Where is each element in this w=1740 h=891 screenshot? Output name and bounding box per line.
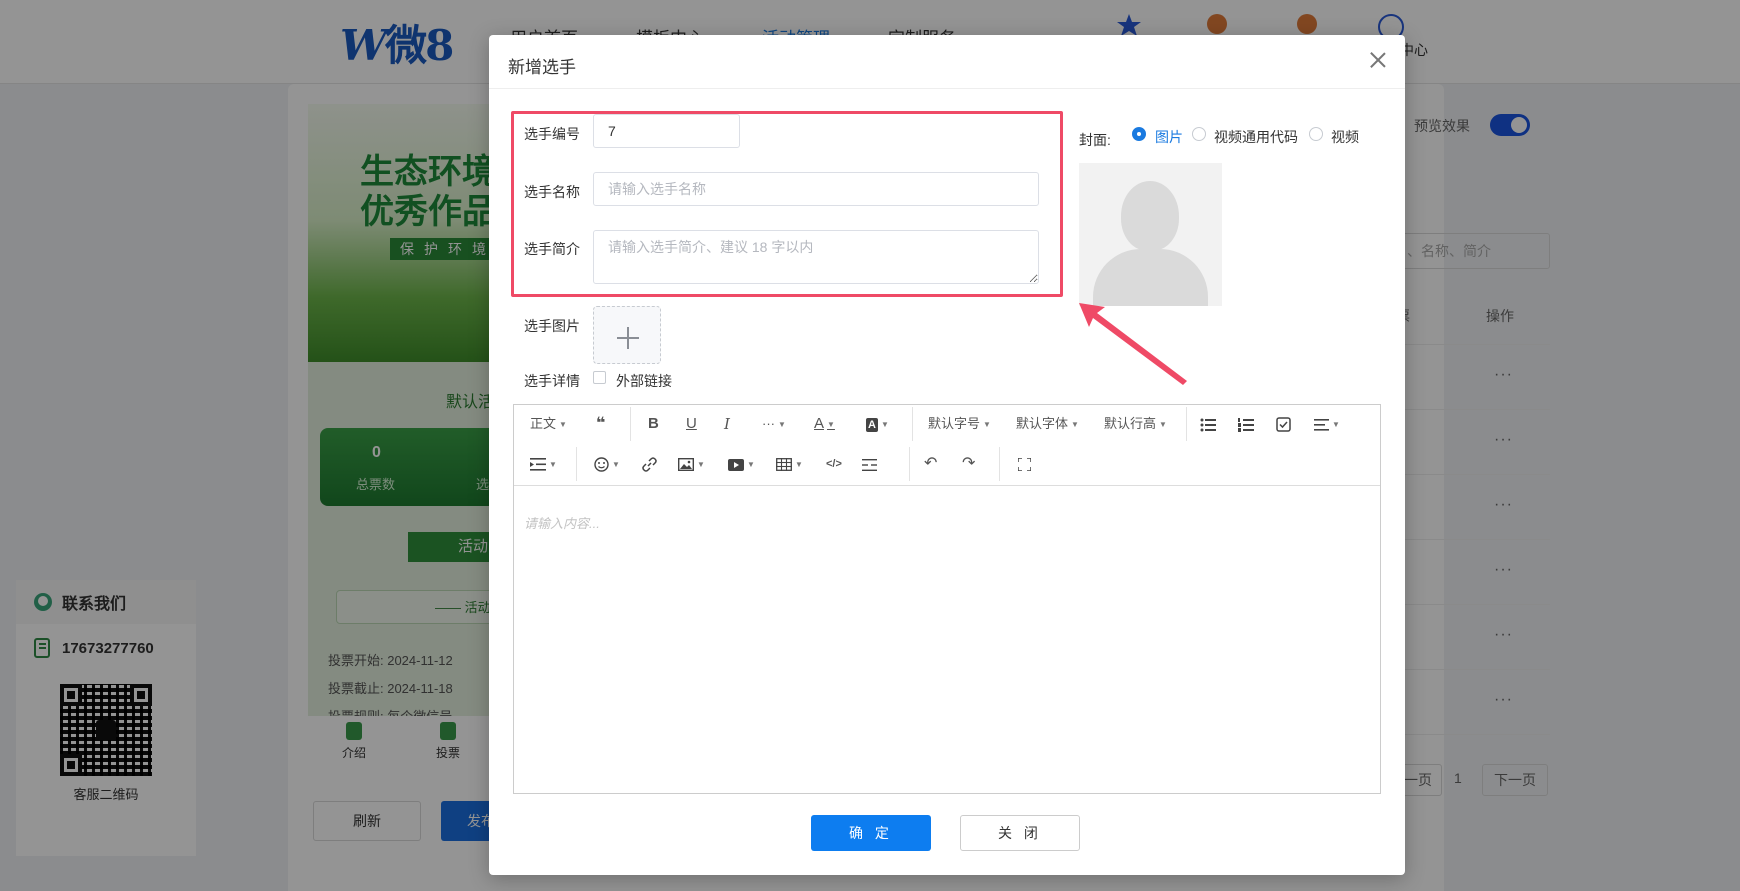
bold-icon[interactable]: B xyxy=(648,411,659,437)
player-number-label: 选手编号 xyxy=(524,126,580,142)
player-image-label: 选手图片 xyxy=(524,318,580,334)
divider-line-icon[interactable] xyxy=(862,451,877,477)
bg-color-glyph: A xyxy=(866,418,878,432)
rich-text-editor: 正文 ▼ ❝ B U I ··· ▼ A ▼ A ▼ 默认字号 ▼ 默认字体 ▼ 默认行高 ▼… xyxy=(513,404,1381,794)
image-icon[interactable]: ▼ xyxy=(678,451,705,477)
todo-checkbox-icon[interactable] xyxy=(1276,411,1291,437)
player-number-input[interactable] xyxy=(593,114,740,148)
bulleted-list-icon[interactable] xyxy=(1200,411,1216,437)
toolbar-divider xyxy=(999,447,1000,481)
chevron-down-icon: ▼ xyxy=(778,420,786,429)
external-link-label[interactable]: 外部链接 xyxy=(616,371,672,391)
cover-option-video[interactable]: 视频 xyxy=(1331,127,1359,147)
toolbar-divider xyxy=(576,447,577,481)
chevron-down-icon: ▼ xyxy=(697,460,705,469)
align-dropdown[interactable]: ▼ xyxy=(1314,411,1340,437)
annotation-arrow-icon xyxy=(1079,303,1187,385)
link-icon[interactable] xyxy=(642,451,657,477)
font-size-dropdown[interactable]: 默认字号 ▼ xyxy=(928,411,991,437)
chevron-down-icon: ▼ xyxy=(1159,420,1167,429)
toolbar-divider xyxy=(912,407,913,441)
underline-icon[interactable]: U xyxy=(686,411,697,437)
font-family-label: 默认字体 xyxy=(1016,416,1069,431)
player-detail-label: 选手详情 xyxy=(524,373,580,389)
image-upload-button[interactable] xyxy=(593,306,661,364)
avatar-body-shape xyxy=(1093,249,1208,306)
chevron-down-icon: ▼ xyxy=(880,420,889,429)
close-icon[interactable] xyxy=(1367,49,1389,71)
toolbar-divider xyxy=(909,447,910,481)
player-intro-label: 选手简介 xyxy=(524,241,580,257)
player-intro-textarea[interactable] xyxy=(593,230,1039,284)
cover-radio-video[interactable] xyxy=(1309,127,1323,141)
undo-icon[interactable]: ↶ xyxy=(924,451,937,477)
toolbar-divider xyxy=(630,407,631,441)
code-icon[interactable]: </> xyxy=(826,451,842,477)
line-height-dropdown[interactable]: 默认行高 ▼ xyxy=(1104,411,1167,437)
cover-radio-video-code[interactable] xyxy=(1192,127,1206,141)
emoji-icon[interactable]: ▼ xyxy=(594,451,620,477)
player-name-input[interactable] xyxy=(593,172,1039,206)
chevron-down-icon: ▼ xyxy=(1071,420,1079,429)
dialog-header: 新增选手 xyxy=(489,35,1405,89)
confirm-button[interactable]: 确 定 xyxy=(811,815,931,851)
font-color-icon[interactable]: A ▼ xyxy=(814,411,835,437)
chevron-down-icon: ▼ xyxy=(559,420,567,429)
chevron-down-icon: ▼ xyxy=(1332,420,1340,429)
paragraph-format-dropdown[interactable]: 正文 ▼ xyxy=(530,411,567,437)
table-icon[interactable]: ▼ xyxy=(776,451,803,477)
indent-dropdown[interactable]: ▼ xyxy=(530,451,557,477)
quote-icon[interactable]: ❝ xyxy=(596,411,605,437)
background-color-icon[interactable]: A ▼ xyxy=(866,411,889,437)
chevron-down-icon: ▼ xyxy=(795,460,803,469)
more-format-dropdown[interactable]: ··· ▼ xyxy=(762,411,786,437)
chevron-down-icon: ▼ xyxy=(612,460,620,469)
cover-option-video-code[interactable]: 视频通用代码 xyxy=(1214,127,1298,147)
cover-radio-image[interactable] xyxy=(1132,127,1146,141)
numbered-list-icon[interactable] xyxy=(1238,411,1254,437)
editor-toolbar: 正文 ▼ ❝ B U I ··· ▼ A ▼ A ▼ 默认字号 ▼ 默认字体 ▼ 默认行高 ▼… xyxy=(514,405,1380,486)
external-link-checkbox[interactable] xyxy=(593,371,606,384)
editor-placeholder: 请输入内容... xyxy=(524,516,600,531)
dialog-title: 新增选手 xyxy=(508,58,576,77)
avatar-head-shape xyxy=(1121,181,1179,251)
fullscreen-icon[interactable] xyxy=(1018,451,1031,477)
cover-label: 封面: xyxy=(1079,132,1111,148)
chevron-down-icon: ▼ xyxy=(747,460,755,469)
cover-image-placeholder[interactable] xyxy=(1079,163,1222,306)
redo-icon[interactable]: ↷ xyxy=(962,451,975,477)
italic-icon[interactable]: I xyxy=(724,411,730,437)
toolbar-divider xyxy=(1186,407,1187,441)
editor-content-area[interactable]: 请输入内容... xyxy=(514,487,1380,793)
cover-option-image[interactable]: 图片 xyxy=(1155,127,1183,147)
close-button[interactable]: 关 闭 xyxy=(960,815,1080,851)
font-family-dropdown[interactable]: 默认字体 ▼ xyxy=(1016,411,1079,437)
add-player-dialog: 新增选手 选手编号 选手名称 选手简介 选手图片 选手详情 外部链接 封面: 图… xyxy=(489,35,1405,875)
chevron-down-icon: ▼ xyxy=(983,420,991,429)
line-height-label: 默认行高 xyxy=(1104,416,1157,431)
chevron-down-icon: ▼ xyxy=(827,420,835,429)
chevron-down-icon: ▼ xyxy=(549,460,557,469)
paragraph-format-label: 正文 xyxy=(530,416,557,431)
video-icon[interactable]: ▼ xyxy=(728,451,755,477)
font-size-label: 默认字号 xyxy=(928,416,981,431)
player-name-label: 选手名称 xyxy=(524,184,580,200)
